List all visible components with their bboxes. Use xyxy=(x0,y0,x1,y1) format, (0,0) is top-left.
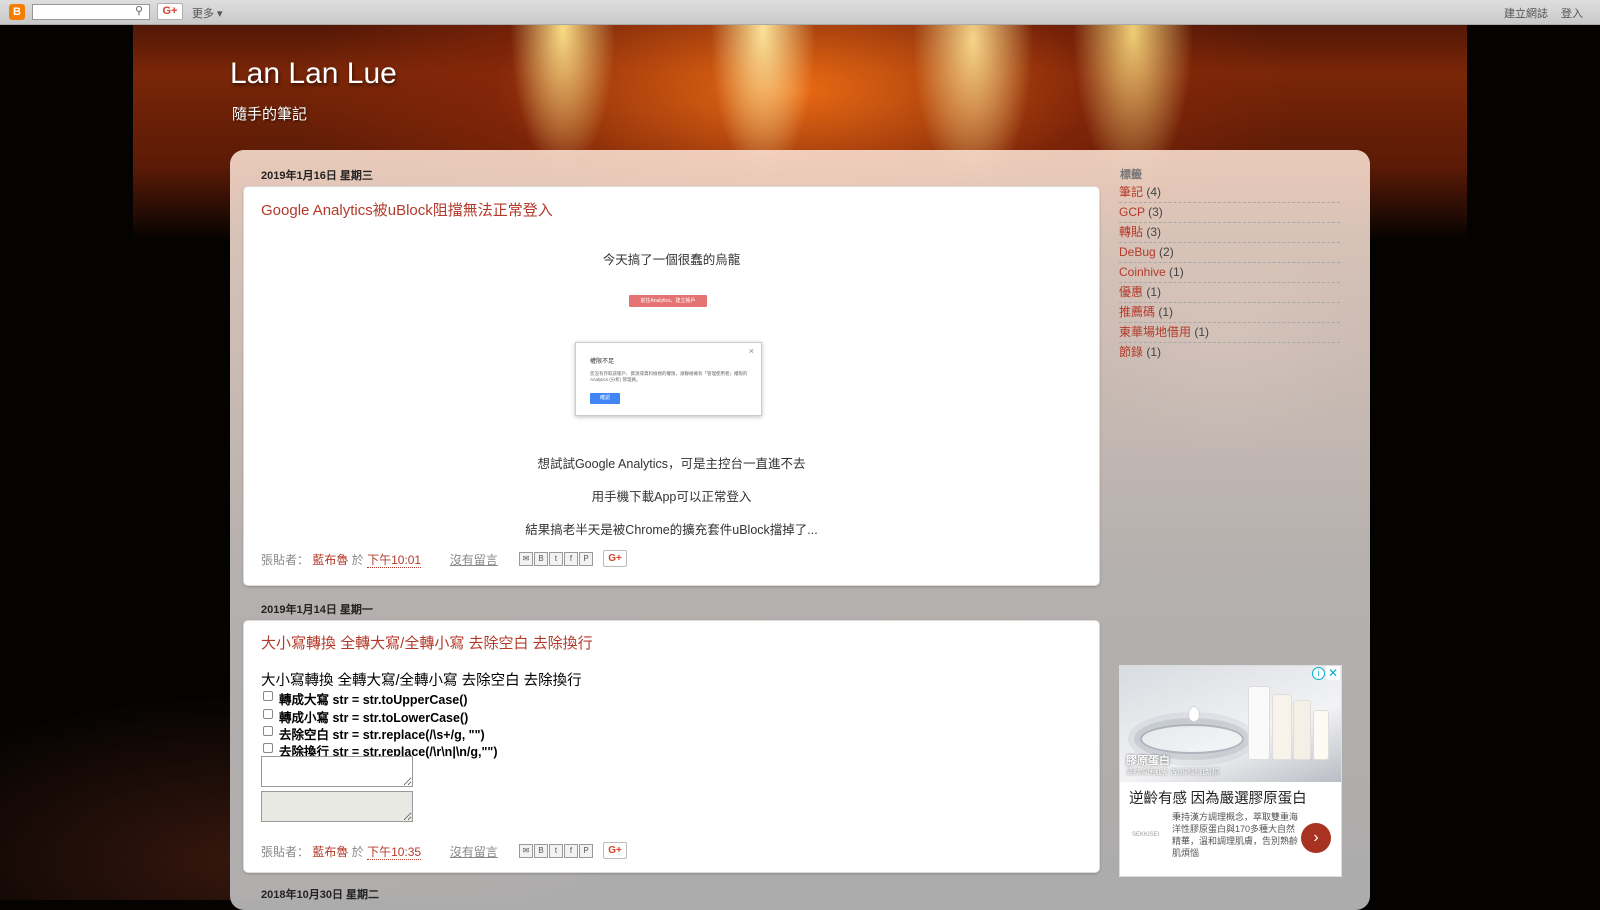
ad-bottle-graphic xyxy=(1293,700,1311,760)
pinterest-icon[interactable]: P xyxy=(579,844,593,858)
ad-ripple-graphic xyxy=(1140,724,1244,754)
post-paragraph: 今天搞了一個很蠢的烏龍 xyxy=(602,253,741,267)
twitter-icon[interactable]: t xyxy=(549,844,563,858)
post-time-link[interactable]: 下午10:01 xyxy=(367,553,422,568)
posted-by-label: 張貼者： xyxy=(261,553,310,567)
date-header: 2019年1月16日 星期三 xyxy=(261,170,373,182)
login-link[interactable]: 登入 xyxy=(1561,5,1583,21)
post-paragraph: 結果搞老半天是被Chrome的擴充套件uBlock擋掉了... xyxy=(525,523,818,537)
at-label: 於 xyxy=(351,845,364,859)
ga-screenshot-dialog: × 權限不足 您沒有存取該帳戶、資源或資料檢視的權限，請聯絡擁有「管理使用者」權… xyxy=(575,342,762,416)
at-label: 於 xyxy=(351,553,364,567)
ad-info-icon[interactable]: i xyxy=(1312,667,1325,680)
gplus-share-button[interactable]: G+ xyxy=(603,842,627,859)
dialog-title: 權限不足 xyxy=(590,359,615,365)
uppercase-checkbox[interactable] xyxy=(263,690,273,701)
post: 大小寫轉換 全轉大寫/全轉小寫 去除空白 去除換行 大小寫轉換 全轉大寫/全轉小… xyxy=(243,620,1100,873)
ad-image-subtag: 溫和調理肌膚 告別熟齡肌新招 xyxy=(1126,769,1219,776)
label-item[interactable]: 轉貼 (3) xyxy=(1119,223,1340,243)
post-heading: 大小寫轉換 全轉大寫/全轉小寫 去除空白 去除換行 xyxy=(261,673,582,689)
author-link[interactable]: 藍布魯 xyxy=(312,553,348,567)
ad-bottle-graphic xyxy=(1313,710,1329,760)
ad-product-image[interactable]: 膠原蛋白 溫和調理肌膚 告別熟齡肌新招 xyxy=(1120,666,1341,782)
label-list: 筆記 (4) GCP (3) 轉貼 (3) DeBug (2) Coinhive… xyxy=(1119,183,1340,363)
search-icon[interactable]: ⚲ xyxy=(135,4,143,17)
labels-heading: 標籤 xyxy=(1120,169,1142,181)
lowercase-checkbox[interactable] xyxy=(263,708,273,719)
gplus-share-button[interactable]: G+ xyxy=(603,550,627,567)
comments-link[interactable]: 沒有留言 xyxy=(450,553,498,567)
label-item[interactable]: DeBug (2) xyxy=(1119,243,1340,263)
share-buttons: ✉ B t f P G+ xyxy=(519,842,627,859)
post-title-link[interactable]: Google Analytics被uBlock阻擋無法正常登入 xyxy=(261,199,553,220)
remove-newline-checkbox[interactable] xyxy=(263,742,273,753)
blog-this-icon[interactable]: B xyxy=(534,844,548,858)
twitter-icon[interactable]: t xyxy=(549,552,563,566)
ga-screenshot-button: 前往Analytics，建立帳戶 xyxy=(629,295,707,307)
share-buttons: ✉ B t f P G+ xyxy=(519,550,627,567)
navbar-more-menu[interactable]: 更多 ▾ xyxy=(192,5,223,21)
date-header: 2019年1月14日 星期一 xyxy=(261,604,373,616)
comments-link[interactable]: 沒有留言 xyxy=(450,845,498,859)
advertisement[interactable]: 膠原蛋白 溫和調理肌膚 告別熟齡肌新招 i ✕ 逆齡有感 因為嚴選膠原蛋白 SE… xyxy=(1119,665,1342,877)
post-footer: 張貼者： 藍布魯 於 下午10:01 沒有留言 xyxy=(261,551,498,568)
ad-image-tag: 膠原蛋白 xyxy=(1126,755,1170,767)
label-item[interactable]: Coinhive (1) xyxy=(1119,263,1340,283)
output-textarea[interactable] xyxy=(261,791,413,822)
dialog-ok-button: 確認 xyxy=(590,393,620,404)
ad-bottle-graphic xyxy=(1272,694,1292,760)
post-paragraph: 想試試Google Analytics，可是主控台一直進不去 xyxy=(537,457,806,471)
email-icon[interactable]: ✉ xyxy=(519,844,533,858)
label-item[interactable]: 優惠 (1) xyxy=(1119,283,1340,303)
facebook-icon[interactable]: f xyxy=(564,552,578,566)
post-title-link[interactable]: 大小寫轉換 全轉大寫/全轉小寫 去除空白 去除換行 xyxy=(261,632,593,653)
pinterest-icon[interactable]: P xyxy=(579,552,593,566)
post-time-link[interactable]: 下午10:35 xyxy=(367,845,422,860)
gplus-share-button[interactable]: G+ xyxy=(157,3,183,20)
ad-headline[interactable]: 逆齡有感 因為嚴選膠原蛋白 xyxy=(1129,787,1307,808)
create-blog-link[interactable]: 建立網誌 xyxy=(1504,5,1548,21)
facebook-icon[interactable]: f xyxy=(564,844,578,858)
blogger-navbar: B ⚲ G+ 更多 ▾ 建立網誌 登入 xyxy=(0,0,1600,25)
navbar-search-input[interactable] xyxy=(32,4,150,20)
ad-bottle-graphic xyxy=(1248,686,1270,760)
post-paragraph: 用手機下載App可以正常登入 xyxy=(591,490,752,504)
dialog-body: 您沒有存取該帳戶、資源或資料檢視的權限，請聯絡擁有「管理使用者」權限的 Anal… xyxy=(590,371,748,382)
label-item[interactable]: 推薦碼 (1) xyxy=(1119,303,1340,323)
label-item[interactable]: GCP (3) xyxy=(1119,203,1340,223)
post: Google Analytics被uBlock阻擋無法正常登入 今天搞了一個很蠢… xyxy=(243,186,1100,586)
remove-space-checkbox[interactable] xyxy=(263,725,273,736)
chevron-right-icon[interactable]: › xyxy=(1301,823,1331,853)
email-icon[interactable]: ✉ xyxy=(519,552,533,566)
posted-by-label: 張貼者： xyxy=(261,845,310,859)
ad-body-text[interactable]: 秉持漢方調理概念，萃取雙重海洋性膠原蛋白與170多種大自然精華，溫和調理肌膚，告… xyxy=(1172,811,1302,859)
option-row: 轉成大寫 str = str.toUpperCase() xyxy=(263,689,468,708)
ad-drop-graphic xyxy=(1188,706,1200,722)
blog-title[interactable]: Lan Lan Lue xyxy=(230,57,397,91)
close-icon: × xyxy=(748,346,754,356)
label-item[interactable]: 東華場地借用 (1) xyxy=(1119,323,1340,343)
blog-this-icon[interactable]: B xyxy=(534,552,548,566)
author-link[interactable]: 藍布魯 xyxy=(312,845,348,859)
post-footer: 張貼者： 藍布魯 於 下午10:35 沒有留言 xyxy=(261,843,498,860)
label-item[interactable]: 筆記 (4) xyxy=(1119,183,1340,203)
close-icon[interactable]: ✕ xyxy=(1326,666,1340,680)
blog-description: 隨手的筆記 xyxy=(232,106,308,123)
input-textarea[interactable] xyxy=(261,756,413,787)
label-item[interactable]: 節錄 (1) xyxy=(1119,343,1340,363)
ad-brand-logo: SEKKISEI xyxy=(1132,832,1160,838)
option-label: 轉成大寫 str = str.toUpperCase() xyxy=(279,693,468,707)
blogger-logo-icon[interactable]: B xyxy=(9,4,25,20)
